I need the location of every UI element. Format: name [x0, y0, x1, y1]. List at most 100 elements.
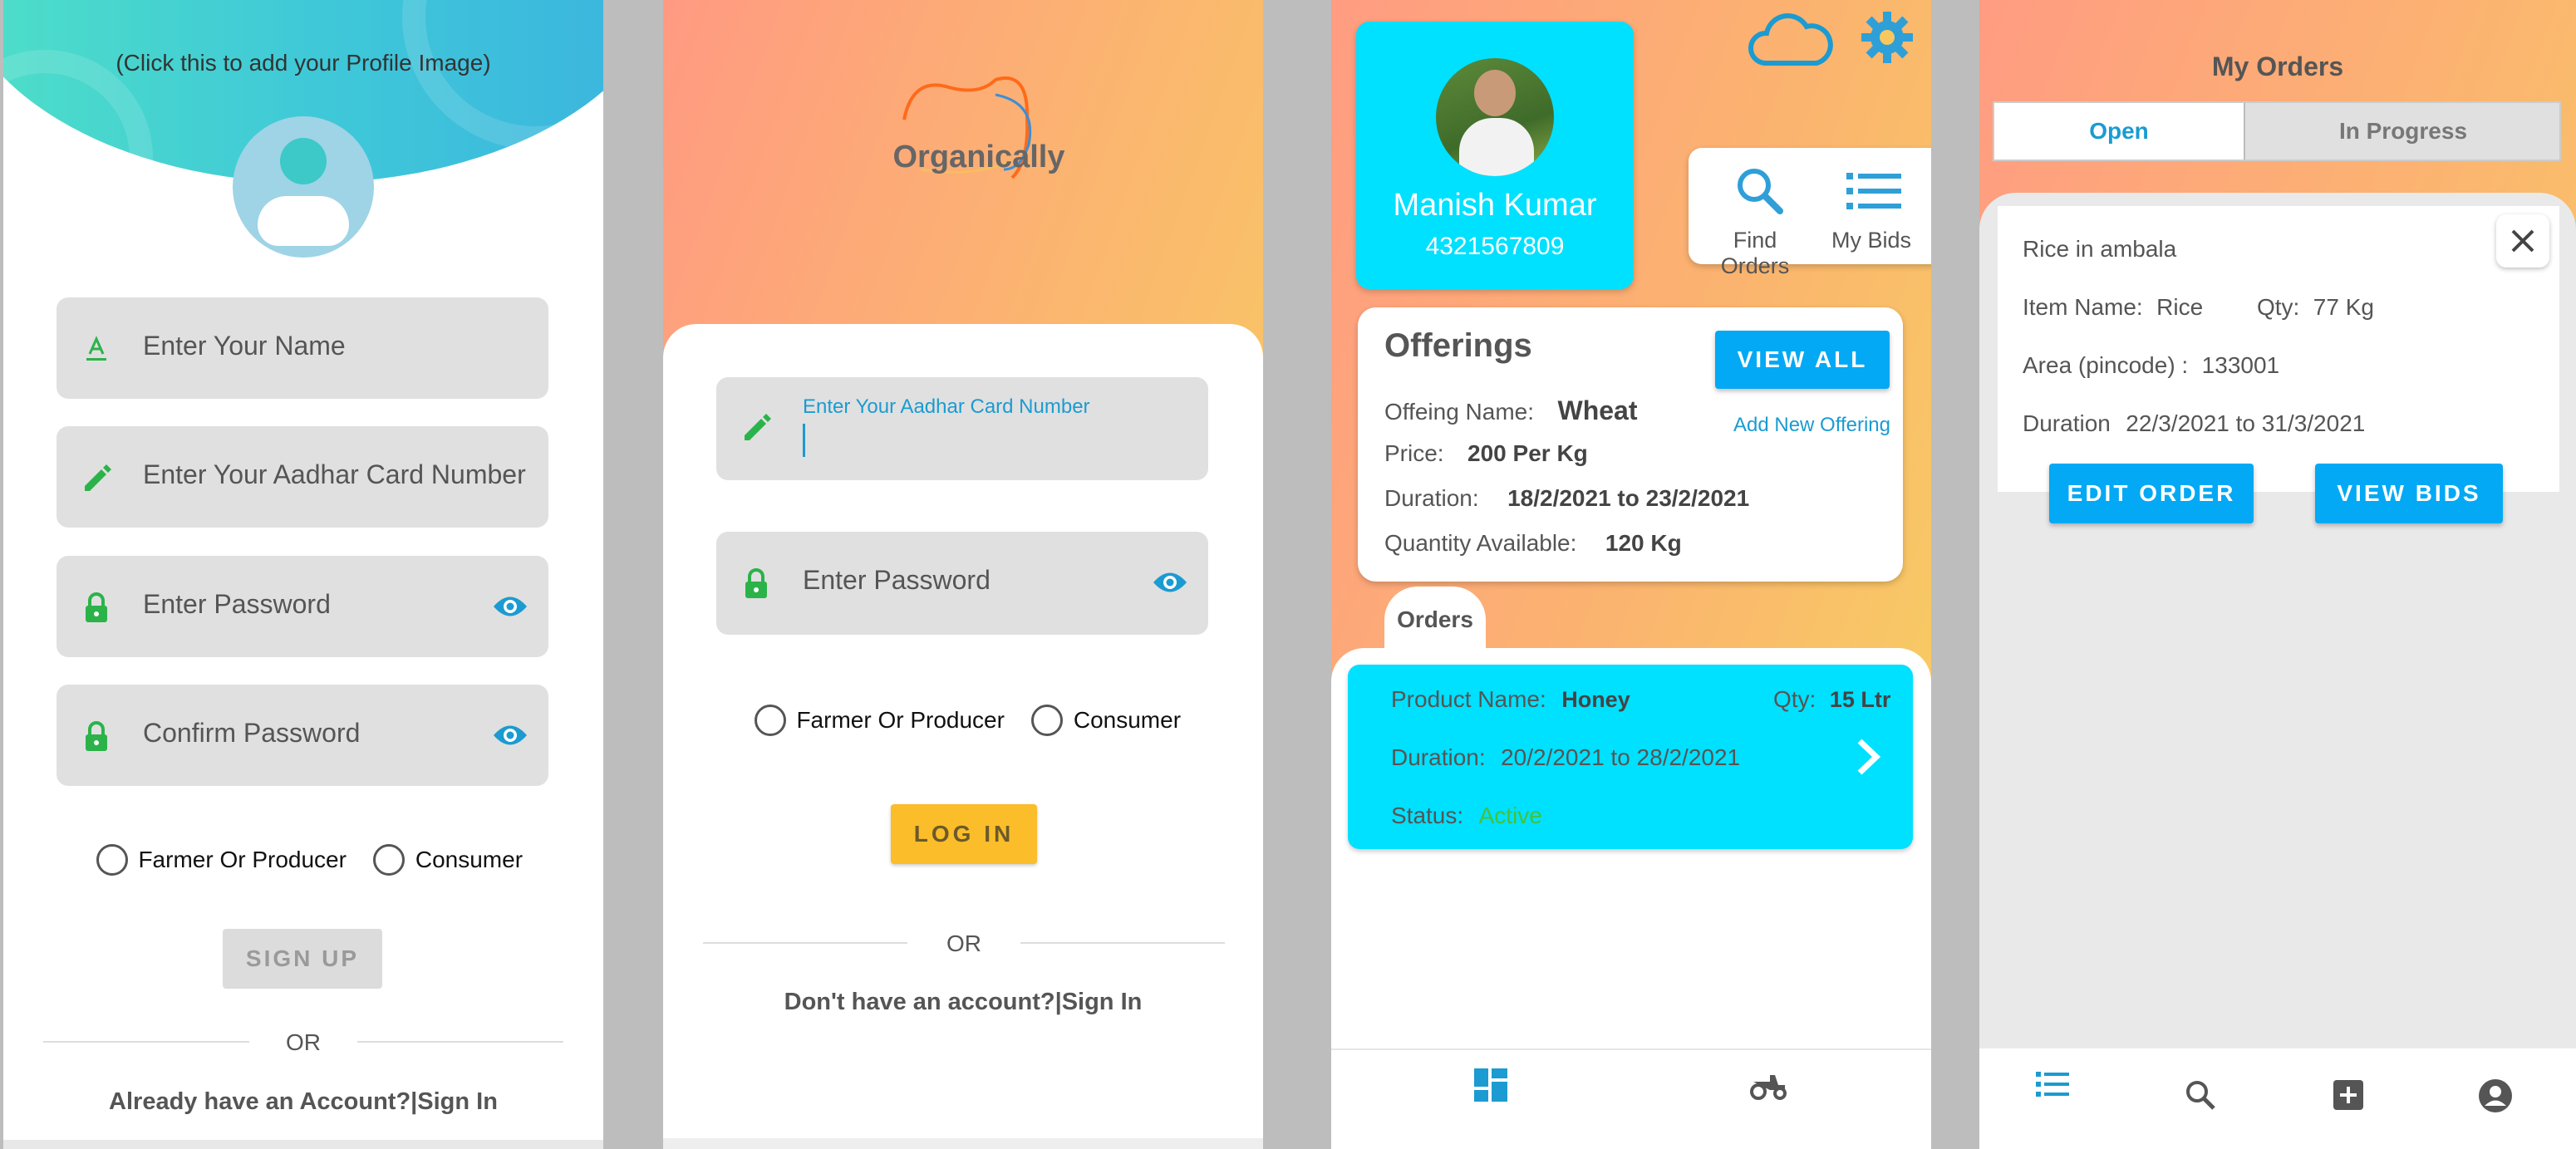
qty-row: Qty: 77 Kg	[2257, 294, 2374, 321]
radio-farmer[interactable]	[96, 844, 128, 876]
duration-value: 18/2/2021 to 23/2/2021	[1507, 485, 1750, 511]
profile-phone: 4321567809	[1425, 233, 1565, 260]
order-status-row: Status: Active	[1391, 803, 1542, 829]
avatar	[1436, 58, 1554, 176]
radio-consumer-label: Consumer	[415, 847, 524, 872]
order-product-row: Product Name: Honey	[1391, 686, 1630, 713]
divider	[1020, 942, 1225, 944]
confirm-password-field[interactable]: Confirm Password	[57, 685, 548, 786]
signup-screen: (Click this to add your Profile Image) E…	[3, 0, 603, 1149]
tractor-icon[interactable]	[1748, 1068, 1788, 1102]
name-placeholder: Enter Your Name	[143, 331, 346, 361]
role-selector: Farmer Or Producer Consumer	[96, 844, 523, 876]
edit-order-button[interactable]: EDIT ORDER	[2049, 464, 2254, 523]
quantity-label: Quantity Available:	[1384, 530, 1577, 556]
aadhar-floating-label: Enter Your Aadhar Card Number	[803, 395, 1090, 418]
qty-label: Qty:	[2257, 294, 2300, 320]
find-orders-label: Find Orders	[1720, 228, 1790, 278]
view-all-button[interactable]: VIEW ALL	[1715, 331, 1890, 389]
divider	[703, 942, 907, 944]
offering-name-label: Offeing Name:	[1384, 399, 1535, 425]
account-icon[interactable]	[2478, 1078, 2513, 1113]
duration-row: Duration: 18/2/2021 to 23/2/2021	[1384, 485, 1749, 512]
bottom-nav	[1979, 1048, 2576, 1149]
search-icon[interactable]	[2184, 1078, 2217, 1112]
offerings-card: Offerings VIEW ALL Add New Offering Offe…	[1358, 307, 1903, 582]
order-duration-row: Duration: 20/2/2021 to 28/2/2021	[1391, 744, 1740, 771]
signup-link[interactable]: Don't have an account?|Sign In	[663, 989, 1263, 1016]
list-icon[interactable]	[2036, 1072, 2069, 1097]
my-bids-button[interactable]: My Bids	[1813, 155, 1930, 263]
my-orders-screen: My Orders Open In Progress Rice in ambal…	[1979, 0, 2576, 1149]
password-field[interactable]: Enter Password	[716, 532, 1208, 635]
name-field[interactable]: Enter Your Name	[57, 297, 548, 399]
close-icon	[2511, 229, 2534, 253]
item-row: Item Name: Rice	[2023, 294, 2203, 321]
price-value: 200 Per Kg	[1467, 440, 1588, 466]
password-field[interactable]: Enter Password	[57, 556, 548, 657]
quantity-value: 120 Kg	[1605, 530, 1682, 556]
duration-label: Duration:	[1384, 485, 1479, 511]
role-selector: Farmer Or Producer Consumer	[755, 705, 1181, 736]
profile-image-hint[interactable]: (Click this to add your Profile Image)	[3, 50, 603, 76]
price-label: Price:	[1384, 440, 1444, 466]
eye-icon[interactable]	[1152, 568, 1188, 597]
tab-orders[interactable]: Orders	[1384, 587, 1486, 661]
cloud-icon[interactable]	[1747, 8, 1833, 68]
gear-icon[interactable]	[1860, 10, 1915, 65]
aadhar-field[interactable]: Enter Your Aadhar Card Number	[57, 426, 548, 528]
add-offering-link[interactable]: Add New Offering	[1733, 414, 1890, 437]
order-title: Rice in ambala	[2023, 236, 2177, 262]
radio-farmer-label: Farmer Or Producer	[138, 847, 347, 872]
avatar-body	[258, 196, 349, 246]
aadhar-field-focused[interactable]: Enter Your Aadhar Card Number	[716, 377, 1208, 480]
radio-farmer[interactable]	[755, 705, 786, 736]
radio-consumer[interactable]	[373, 844, 406, 876]
pencil-icon	[80, 461, 113, 494]
list-icon	[1846, 171, 1901, 211]
find-orders-button[interactable]: Find Orders	[1697, 155, 1813, 278]
close-button[interactable]	[2496, 214, 2549, 268]
area-row: Area (pincode) : 133001	[2023, 352, 2279, 379]
avatar-face	[1474, 70, 1516, 116]
avatar-head	[280, 138, 327, 184]
area-label: Area (pincode) :	[2023, 352, 2189, 378]
search-icon	[1733, 164, 1785, 216]
signin-link[interactable]: Already have an Account?|Sign In	[3, 1088, 603, 1116]
order-card: Rice in ambala Item Name: Rice Qty: 77 K…	[1998, 206, 2559, 492]
add-box-icon[interactable]	[2332, 1078, 2365, 1112]
tab-open[interactable]: Open	[1994, 103, 2244, 160]
dashboard-icon[interactable]	[1474, 1068, 1507, 1102]
avatar-shirt	[1459, 118, 1534, 176]
chevron-right-icon[interactable]	[1850, 736, 1886, 778]
bottom-strip	[3, 1140, 603, 1149]
profile-card[interactable]: Manish Kumar 4321567809	[1356, 22, 1634, 289]
lock-icon	[80, 591, 113, 624]
signup-button[interactable]: SIGN UP	[223, 929, 382, 989]
eye-icon[interactable]	[492, 721, 528, 749]
order-card[interactable]: Product Name: Honey Qty: 15 Ltr Duration…	[1348, 665, 1913, 849]
radio-consumer-label: Consumer	[1073, 707, 1182, 733]
order-qty-row: Qty: 15 Ltr	[1773, 686, 1890, 713]
price-row: Price: 200 Per Kg	[1384, 440, 1588, 467]
tab-in-progress[interactable]: In Progress	[2245, 103, 2561, 160]
quick-actions: Find Orders My Bids	[1689, 148, 1931, 278]
order-qty-label: Qty:	[1773, 686, 1816, 712]
divider	[43, 1041, 249, 1043]
avatar-placeholder[interactable]	[233, 116, 374, 258]
radio-consumer[interactable]	[1031, 705, 1064, 736]
logo: Organically	[887, 70, 1064, 186]
offering-name-row: Offeing Name: Wheat	[1384, 395, 1637, 426]
offering-name-value: Wheat	[1557, 395, 1638, 425]
login-panel: Enter Your Aadhar Card Number Enter Pass…	[663, 324, 1263, 1149]
login-button[interactable]: LOG IN	[891, 804, 1037, 864]
qty-value: 77 Kg	[2313, 294, 2374, 320]
order-duration-value: 20/2/2021 to 28/2/2021	[1501, 744, 1741, 770]
view-bids-button[interactable]: VIEW BIDS	[2315, 464, 2503, 523]
order-duration-label: Duration:	[1391, 744, 1486, 770]
eye-icon[interactable]	[492, 592, 528, 621]
order-product-value: Honey	[1561, 687, 1630, 712]
or-text: OR	[946, 930, 981, 956]
password-placeholder: Enter Password	[803, 565, 991, 595]
text-format-icon	[80, 332, 113, 366]
